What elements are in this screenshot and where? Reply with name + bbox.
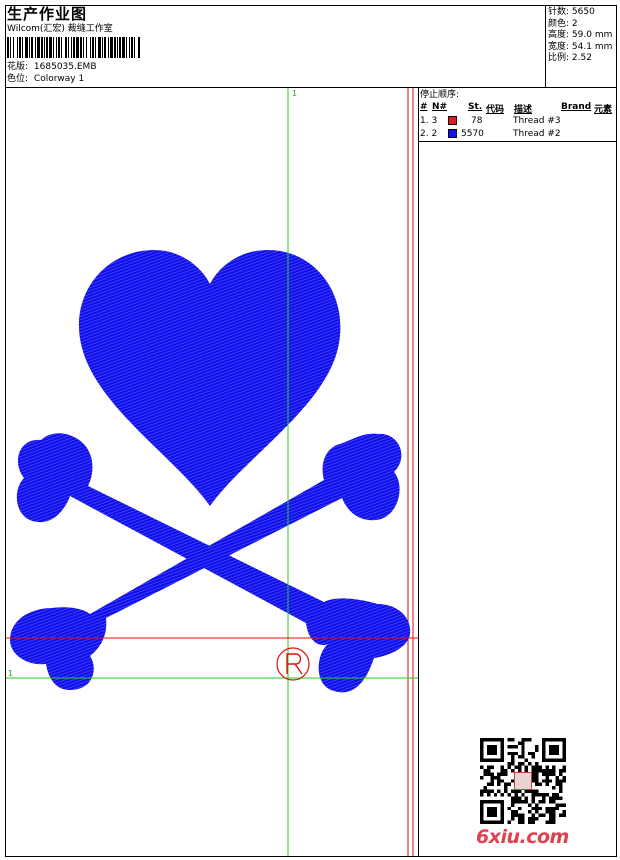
design-canvas: 1 1 [6,88,418,856]
registered-mark-icon [276,647,310,681]
barcode-icon [7,37,140,58]
company-name: Wilcom(汇宏) 裁缝工作室 [7,24,113,34]
heart-shape [78,250,341,506]
stat-stitches-label: 针数: [548,7,570,17]
stat-colors: 颜色: 2 [548,19,612,31]
colorway-value: Colorway 1 [33,74,85,84]
stat-colors-label: 颜色: [548,18,570,29]
stat-width-label: 宽度: [548,41,570,52]
stat-stitches: 针数: 5650 [548,7,612,19]
col-code: 代码 [486,105,505,115]
sequence-divider [418,141,617,142]
qr-logo-stamp [513,771,533,791]
thread-swatch-2 [448,129,457,138]
page-title: 生产作业图 [7,5,88,23]
watermark-text: 6xiu.com [476,826,569,848]
design-file: 花版: 1685035.EMB [7,62,97,73]
col-element: 元素 [594,105,613,115]
stat-ratio: 比例: 2.52 [548,53,612,65]
sequence-row-1-code: 78 [471,116,483,126]
sequence-row-1-num: 1. 3 [420,116,438,126]
col-needle: N# [432,102,448,112]
colorway-label: 色位: [7,74,29,84]
guide-marker-left: 1 [8,669,13,678]
qr-code-icon [480,738,566,824]
stat-height: 高度: 59.0 mm [548,30,612,42]
colorway: 色位: Colorway 1 [7,74,84,85]
stat-colors-value: 2 [571,18,578,29]
sequence-row-1-desc: Thread #3 [513,116,561,126]
stat-width: 宽度: 54.1 mm [548,42,612,54]
sequence-row-2-code: 5570 [461,129,484,139]
design-value: 1685035.EMB [33,62,97,72]
stat-width-value: 54.1 mm [571,41,613,52]
col-st: St. [468,102,483,112]
col-desc: 描述 [514,105,533,115]
stats-panel: 针数: 5650 颜色: 2 高度: 59.0 mm 宽度: 54.1 mm 比… [548,7,612,65]
panel-divider [418,87,419,857]
guide-marker-top: 1 [292,89,297,98]
col-num: # [420,102,428,112]
col-brand: Brand [561,102,592,112]
stat-ratio-value: 2.52 [571,53,592,64]
stat-height-value: 59.0 mm [571,30,613,41]
stats-divider [545,5,546,87]
sequence-row-2-desc: Thread #2 [513,129,561,139]
stat-height-label: 高度: [548,30,570,41]
design-label: 花版: [7,62,29,72]
thread-swatch-1 [448,116,457,125]
stat-stitches-value: 5650 [571,7,595,17]
sequence-row-2-num: 2. 2 [420,129,438,139]
stat-ratio-label: 比例: [548,53,570,64]
sequence-heading: 停止顺序: [420,90,460,100]
